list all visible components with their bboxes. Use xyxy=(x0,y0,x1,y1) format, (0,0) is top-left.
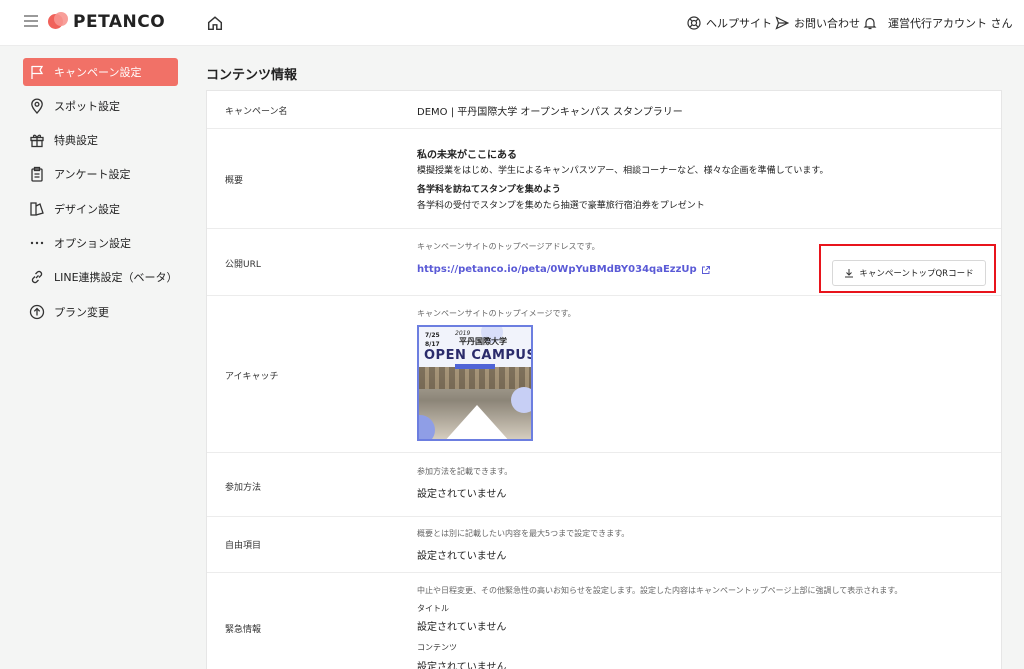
participation-label: 参加方法 xyxy=(225,483,262,493)
sidebar-item-options[interactable]: オプション設定 xyxy=(23,229,178,257)
highlight-box xyxy=(819,244,996,293)
row-participation: 参加方法 参加方法を記載できます。 設定されていません xyxy=(207,453,1001,517)
map-pin-icon xyxy=(31,98,43,114)
sidebar-item-plan[interactable]: プラン変更 xyxy=(23,298,178,326)
contact-link[interactable]: お問い合わせ xyxy=(775,15,860,31)
sidebar-item-label: プラン変更 xyxy=(54,306,109,319)
eyecatch-image-band xyxy=(455,364,495,369)
sidebar-item-label: デザイン設定 xyxy=(54,203,120,216)
sidebar-item-label: アンケート設定 xyxy=(54,168,131,181)
arrow-up-circle-icon xyxy=(29,304,45,320)
eyecatch-image-title: OPEN CAMPUS xyxy=(424,348,533,363)
logo-text: PETANCO xyxy=(73,12,166,32)
flag-icon xyxy=(31,65,44,79)
sidebar-item-benefits[interactable]: 特典設定 xyxy=(23,126,178,154)
sidebar: キャンペーン設定 スポット設定 特典設定 アンケート設定 デザイン設定 オプショ… xyxy=(0,47,190,669)
free-items-value: 設定されていません xyxy=(417,551,507,562)
emergency-content-value: 設定されていません xyxy=(417,662,507,669)
sidebar-item-line[interactable]: LINE連携設定（ベータ） xyxy=(23,263,178,291)
public-url-link[interactable]: https://petanco.io/peta/0WpYuBMdBY034qaE… xyxy=(417,264,711,275)
palette-icon xyxy=(30,202,44,216)
emergency-title-value: 設定されていません xyxy=(417,622,507,633)
gift-icon xyxy=(30,134,44,148)
home-icon[interactable] xyxy=(206,14,224,32)
account-label: 運営代行アカウント さん xyxy=(888,17,1013,30)
sidebar-item-label: 特典設定 xyxy=(54,134,98,147)
public-url-hint: キャンペーンサイトのトップページアドレスです。 xyxy=(417,242,600,251)
logo[interactable]: PETANCO xyxy=(48,11,165,33)
emergency-hint: 中止や日程変更、その他緊急性の高いお知らせを設定します。設定した内容はキャンペー… xyxy=(417,586,903,595)
overview-label: 概要 xyxy=(225,176,244,186)
top-header: PETANCO ヘルプサイト お問い合わせ 運営代行アカウント さん xyxy=(0,0,1024,46)
overview-heading-2: 各学科を訪ねてスタンプを集めよう xyxy=(417,185,561,195)
emergency-content-label: コンテンツ xyxy=(417,643,457,652)
row-overview: 概要 私の未来がここにある 模擬授業をはじめ、学生によるキャンパスツアー、相談コ… xyxy=(207,129,1001,229)
logo-mark-icon xyxy=(48,12,68,32)
clipboard-icon xyxy=(31,166,43,182)
section-title: コンテンツ情報 xyxy=(206,68,298,83)
more-dots-icon xyxy=(30,241,44,245)
public-url-label: 公開URL xyxy=(225,260,261,270)
hamburger-menu-icon[interactable] xyxy=(24,15,38,29)
sidebar-item-label: キャンペーン設定 xyxy=(54,66,142,79)
sidebar-item-survey[interactable]: アンケート設定 xyxy=(23,160,178,188)
help-site-link[interactable]: ヘルプサイト xyxy=(687,15,772,31)
eyecatch-label: アイキャッチ xyxy=(225,372,279,382)
row-free-items: 自由項目 概要とは別に記載したい内容を最大5つまで設定できます。 設定されていま… xyxy=(207,517,1001,573)
row-emergency: 緊急情報 中止や日程変更、その他緊急性の高いお知らせを設定します。設定した内容は… xyxy=(207,573,1001,669)
emergency-title-label: タイトル xyxy=(417,604,449,613)
sidebar-item-label: LINE連携設定（ベータ） xyxy=(54,271,178,284)
sidebar-item-label: オプション設定 xyxy=(54,237,131,250)
send-icon xyxy=(775,16,789,30)
campaign-name-label: キャンペーン名 xyxy=(225,107,288,117)
help-site-label: ヘルプサイト xyxy=(706,17,772,30)
contact-label: お問い合わせ xyxy=(794,17,860,30)
row-campaign-name: キャンペーン名 DEMO | 平丹国際大学 オープンキャンパス スタンプラリー xyxy=(207,91,1001,129)
campaign-name-value: DEMO | 平丹国際大学 オープンキャンパス スタンプラリー xyxy=(417,107,683,118)
help-wheel-icon xyxy=(687,16,701,30)
participation-value: 設定されていません xyxy=(417,489,507,500)
emergency-label: 緊急情報 xyxy=(225,625,262,635)
link-icon xyxy=(31,270,43,284)
sidebar-item-campaign[interactable]: キャンペーン設定 xyxy=(23,58,178,86)
overview-text-1: 模擬授業をはじめ、学生によるキャンパスツアー、相談コーナーなど、様々な企画を準備… xyxy=(417,166,829,176)
eyecatch-image-university: 平丹国際大学 xyxy=(459,337,507,346)
eyecatch-hint: キャンペーンサイトのトップイメージです。 xyxy=(417,309,576,318)
participation-hint: 参加方法を記載できます。 xyxy=(417,467,513,476)
free-items-label: 自由項目 xyxy=(225,541,262,551)
sidebar-item-design[interactable]: デザイン設定 xyxy=(23,195,178,223)
overview-text-2: 各学科の受付でスタンプを集めたら抽選で豪華旅行宿泊券をプレゼント xyxy=(417,201,705,211)
sidebar-item-spot[interactable]: スポット設定 xyxy=(23,92,178,120)
account-menu[interactable]: 運営代行アカウント さん xyxy=(863,15,1013,31)
row-eyecatch: アイキャッチ キャンペーンサイトのトップイメージです。 xyxy=(207,296,1001,453)
external-link-icon xyxy=(701,265,710,274)
overview-heading-1: 私の未来がここにある xyxy=(417,150,517,161)
free-items-hint: 概要とは別に記載したい内容を最大5つまで設定できます。 xyxy=(417,529,630,538)
eyecatch-image[interactable]: 7/25 8/17 2019 平丹国際大学 OPEN CAMPUS xyxy=(417,325,533,441)
content-panel: キャンペーン名 DEMO | 平丹国際大学 オープンキャンパス スタンプラリー … xyxy=(206,90,1002,669)
eyecatch-image-date: 7/25 8/17 xyxy=(425,332,440,348)
public-url-text: https://petanco.io/peta/0WpYuBMdBY034qaE… xyxy=(417,264,697,275)
bell-icon xyxy=(863,17,877,30)
sidebar-item-label: スポット設定 xyxy=(54,100,120,113)
